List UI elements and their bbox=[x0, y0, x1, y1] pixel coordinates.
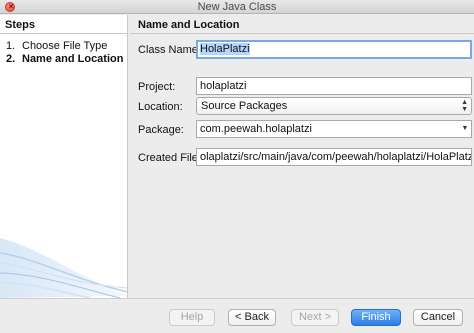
wizard-decoration-graphic bbox=[0, 238, 127, 298]
package-combobox[interactable]: com.peewah.holaplatzi ▼ bbox=[196, 120, 472, 138]
step-label: Name and Location bbox=[22, 53, 124, 65]
updown-arrows-icon: ▲ ▼ bbox=[461, 99, 468, 113]
next-button[interactable]: Next > bbox=[291, 309, 339, 326]
step-item-name-and-location: 2. Name and Location bbox=[6, 53, 127, 66]
chevron-down-icon[interactable]: ▼ bbox=[459, 121, 471, 137]
step-number: 1. bbox=[6, 40, 16, 52]
steps-header: Steps bbox=[0, 15, 127, 34]
steps-list: 1. Choose File Type 2. Name and Location bbox=[0, 34, 127, 66]
finish-button[interactable]: Finish bbox=[351, 309, 401, 326]
location-select[interactable]: Source Packages ▲ ▼ bbox=[196, 97, 472, 115]
step-item-choose-file-type: 1. Choose File Type bbox=[6, 40, 127, 53]
new-java-class-dialog: × New Java Class Steps 1. Choose File Ty… bbox=[0, 0, 474, 333]
step-number: 2. bbox=[6, 53, 16, 65]
steps-panel: Steps 1. Choose File Type 2. Name and Lo… bbox=[0, 15, 128, 298]
name-and-location-panel: Name and Location Class Name: HolaPlatzi… bbox=[130, 15, 474, 298]
project-field[interactable]: holaplatzi bbox=[196, 77, 472, 95]
step-label: Choose File Type bbox=[22, 40, 108, 52]
location-label: Location: bbox=[138, 101, 183, 113]
package-label: Package: bbox=[138, 124, 184, 136]
location-value: Source Packages bbox=[201, 100, 288, 112]
cancel-button[interactable]: Cancel bbox=[413, 309, 463, 326]
package-value: com.peewah.holaplatzi bbox=[200, 123, 312, 135]
help-button[interactable]: Help bbox=[169, 309, 215, 326]
dialog-footer: Help < Back Next > Finish Cancel bbox=[0, 298, 474, 333]
created-file-field[interactable]: olaplatzi/src/main/java/com/peewah/holap… bbox=[196, 148, 472, 166]
class-name-label: Class Name: bbox=[138, 44, 201, 56]
panel-header: Name and Location bbox=[130, 15, 474, 34]
window-title: New Java Class bbox=[197, 1, 277, 13]
class-name-value: HolaPlatzi bbox=[200, 43, 250, 55]
project-label: Project: bbox=[138, 81, 176, 93]
title-bar: × New Java Class bbox=[0, 0, 474, 14]
class-name-input[interactable]: HolaPlatzi bbox=[196, 40, 472, 59]
created-file-label: Created File: bbox=[138, 152, 201, 164]
back-button[interactable]: < Back bbox=[228, 309, 276, 326]
